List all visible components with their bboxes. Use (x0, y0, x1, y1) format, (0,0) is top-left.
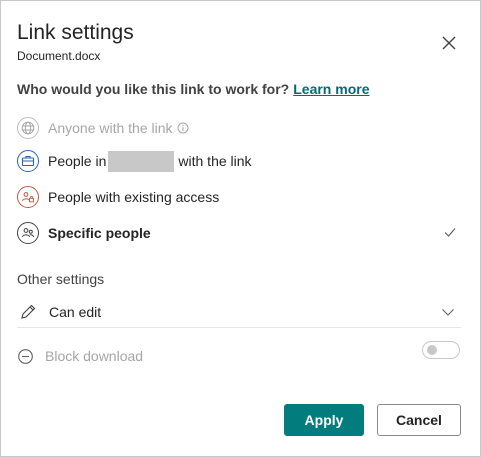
people-icon (17, 222, 39, 244)
dialog-title: Link settings (17, 21, 134, 44)
document-name: Document.docx (17, 49, 101, 63)
option-org-label-start: People in (48, 153, 107, 169)
option-anyone-label: Anyone with the link (48, 120, 173, 136)
other-settings-heading: Other settings (17, 271, 105, 287)
option-existing-label: People with existing access (48, 189, 220, 205)
checkmark-icon (444, 228, 456, 237)
option-people-in-org[interactable]: People in with the link (17, 148, 252, 174)
audience-question: Who would you like this link to work for… (17, 81, 369, 97)
block-download-row: Block download (17, 343, 461, 369)
learn-more-link[interactable]: Learn more (293, 81, 369, 97)
chevron-down-icon (442, 309, 454, 316)
redacted-organization-name (108, 150, 175, 172)
option-anyone: Anyone with the link (17, 115, 189, 141)
minus-circle-icon (18, 348, 33, 364)
permission-value: Can edit (49, 304, 102, 320)
option-existing-access[interactable]: People with existing access (17, 184, 219, 210)
globe-icon (17, 117, 39, 139)
block-download-label: Block download (45, 348, 144, 364)
close-icon (442, 36, 456, 50)
option-org-label-end: with the link (178, 153, 252, 169)
close-button[interactable] (437, 31, 461, 55)
apply-button[interactable]: Apply (284, 404, 364, 436)
toggle-knob (427, 345, 437, 355)
info-icon[interactable] (177, 122, 189, 134)
option-specific-people[interactable]: Specific people (17, 220, 151, 246)
people-lock-icon (17, 186, 39, 208)
option-specific-label: Specific people (48, 225, 151, 241)
block-download-toggle[interactable] (422, 341, 460, 359)
pencil-icon (21, 304, 36, 319)
audience-question-text: Who would you like this link to work for… (17, 81, 290, 97)
link-settings-dialog: Link settings Document.docx Who would yo… (0, 0, 481, 457)
permission-dropdown[interactable]: Can edit (17, 297, 461, 328)
organization-icon (17, 150, 39, 172)
cancel-button[interactable]: Cancel (377, 404, 461, 436)
